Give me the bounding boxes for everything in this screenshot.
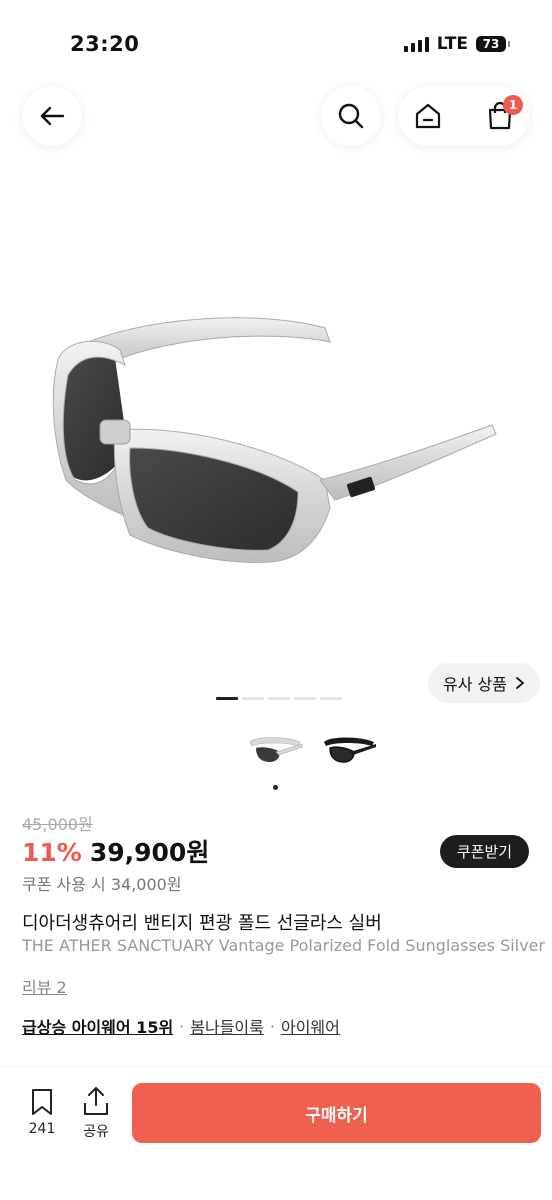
sunglasses-image xyxy=(52,317,497,563)
tag-item[interactable]: 아이웨어 xyxy=(281,1014,340,1038)
sale-price: 39,900원 xyxy=(89,838,210,867)
share-button[interactable]: 공유 xyxy=(74,1085,118,1141)
bookmark-count: 241 xyxy=(28,1121,56,1137)
price-row: 11% 39,900원 xyxy=(22,833,209,869)
product-title: 디아더생츄어리 밴티지 편광 폴드 선글라스 실버 xyxy=(22,913,382,934)
home-button[interactable] xyxy=(398,86,458,146)
network-type: LTE xyxy=(436,34,468,54)
status-indicators: LTE 73 xyxy=(403,34,510,54)
gallery-pagination xyxy=(216,697,342,700)
status-time: 23:20 xyxy=(70,32,140,56)
tag-ranking[interactable]: 급상승 아이웨어 15위 xyxy=(22,1014,173,1038)
pagination-dot xyxy=(294,697,316,700)
arrow-left-icon xyxy=(40,106,65,126)
original-price: 45,000원 xyxy=(22,815,93,834)
status-bar: 23:20 LTE 73 xyxy=(0,0,552,80)
review-link[interactable]: 리뷰 2 xyxy=(22,974,67,998)
product-title-english: THE ATHER SANCTUARY Vantage Polarized Fo… xyxy=(22,936,546,955)
share-label: 공유 xyxy=(83,1124,109,1140)
bottom-action-bar: 241 공유 구매하기 xyxy=(0,1066,552,1200)
home-icon xyxy=(415,103,441,129)
similar-products-button[interactable]: 유사 상품 xyxy=(428,663,540,703)
cart-badge: 1 xyxy=(503,95,523,115)
product-tags: 급상승 아이웨어 15위 · 봄나들이룩 · 아이웨어 xyxy=(22,1014,340,1038)
similar-products-label: 유사 상품 xyxy=(443,675,507,694)
thumbnail-silver[interactable] xyxy=(246,728,306,772)
tag-item[interactable]: 봄나들이룩 xyxy=(190,1014,264,1038)
nav-pill: 1 xyxy=(398,86,530,146)
bookmark-button[interactable]: 241 xyxy=(20,1087,64,1137)
pagination-dot xyxy=(242,697,264,700)
thumbnail-black[interactable] xyxy=(320,728,380,772)
chevron-right-icon xyxy=(516,677,525,689)
cart-button[interactable]: 1 xyxy=(470,86,530,146)
thumbnail-indicator xyxy=(273,785,278,790)
signal-icon xyxy=(403,36,429,52)
tag-separator: · xyxy=(269,1016,275,1036)
color-thumbnails xyxy=(246,728,380,772)
pagination-dot xyxy=(320,697,342,700)
back-button[interactable] xyxy=(22,86,82,146)
buy-button[interactable]: 구매하기 xyxy=(132,1083,541,1143)
discount-rate: 11% xyxy=(22,838,82,867)
share-icon xyxy=(84,1087,108,1115)
coupon-price: 쿠폰 사용 시 34,000원 xyxy=(22,875,182,894)
bookmark-icon xyxy=(32,1089,52,1115)
pagination-dot xyxy=(268,697,290,700)
coupon-button[interactable]: 쿠폰받기 xyxy=(440,835,529,868)
pagination-dot xyxy=(216,697,238,700)
battery-icon: 73 xyxy=(476,36,510,52)
search-button[interactable] xyxy=(321,86,381,146)
product-image[interactable] xyxy=(0,190,552,670)
tag-separator: · xyxy=(179,1016,185,1036)
search-icon xyxy=(338,103,364,129)
